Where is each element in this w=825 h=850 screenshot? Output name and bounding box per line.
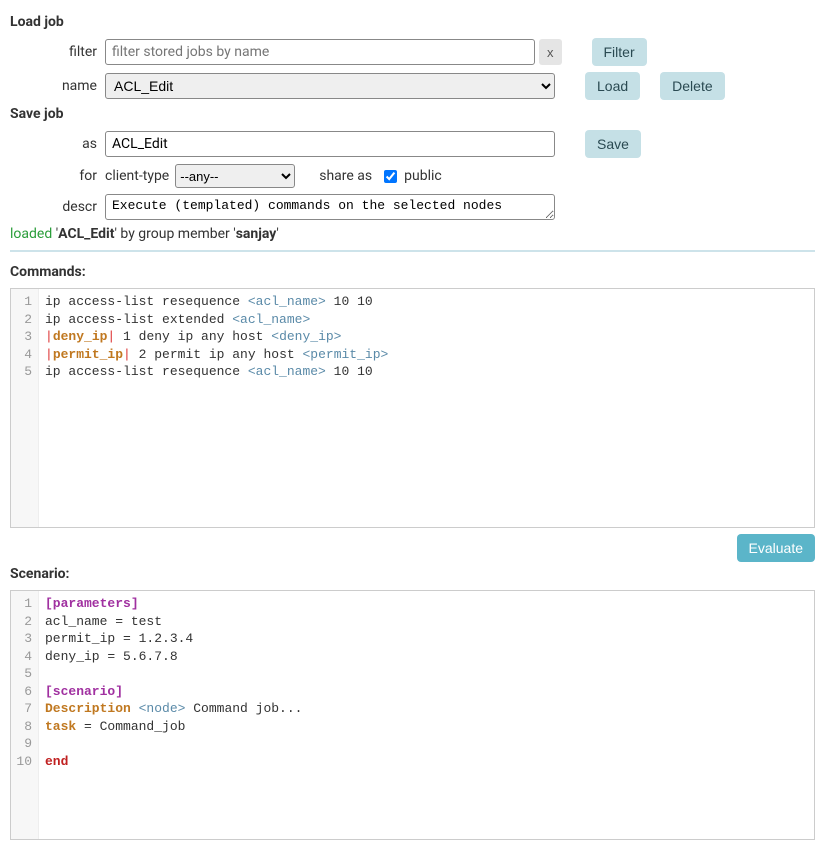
status-tail: ': [276, 226, 278, 242]
scenario-code[interactable]: [parameters] acl_name = test permit_ip =…: [39, 591, 814, 839]
load-job-title: Load job: [10, 14, 815, 30]
name-label: name: [10, 78, 105, 94]
clienttype-label: client-type: [105, 168, 169, 184]
status-verb: loaded: [10, 226, 52, 242]
commands-code[interactable]: ip access-list resequence <acl_name> 10 …: [39, 289, 814, 527]
commands-gutter: 1 2 3 4 5: [11, 289, 39, 527]
filter-clear-button[interactable]: x: [539, 39, 562, 65]
status-job: ACL_Edit: [58, 226, 114, 242]
delete-button[interactable]: Delete: [660, 72, 724, 100]
clienttype-select[interactable]: --any--: [175, 164, 295, 188]
status-line: loaded ' ACL_Edit' by group member 'sanja…: [10, 226, 815, 242]
scenario-editor[interactable]: 1 2 3 4 5 6 7 8 9 10 [parameters] acl_na…: [10, 590, 815, 840]
load-button[interactable]: Load: [585, 72, 640, 100]
filter-button[interactable]: Filter: [592, 38, 647, 66]
job-name-select[interactable]: ACL_Edit: [105, 73, 555, 99]
for-label: for: [10, 168, 105, 184]
public-label: public: [404, 168, 442, 184]
descr-label: descr: [10, 199, 105, 215]
filter-input[interactable]: [105, 39, 535, 65]
scenario-gutter: 1 2 3 4 5 6 7 8 9 10: [11, 591, 39, 839]
public-checkbox[interactable]: [384, 170, 397, 183]
scenario-title: Scenario:: [10, 566, 815, 582]
status-user: sanjay: [236, 226, 277, 242]
filter-label: filter: [10, 44, 105, 60]
as-label: as: [10, 136, 105, 152]
commands-title: Commands:: [10, 264, 815, 280]
status-by: ' by group member ': [114, 226, 235, 242]
separator: [10, 250, 815, 252]
evaluate-button[interactable]: Evaluate: [737, 534, 815, 562]
descr-input[interactable]: [105, 194, 555, 220]
save-as-input[interactable]: [105, 131, 555, 157]
save-button[interactable]: Save: [585, 130, 641, 158]
save-job-title: Save job: [10, 106, 815, 122]
commands-editor[interactable]: 1 2 3 4 5 ip access-list resequence <acl…: [10, 288, 815, 528]
shareas-label: share as: [319, 168, 372, 184]
